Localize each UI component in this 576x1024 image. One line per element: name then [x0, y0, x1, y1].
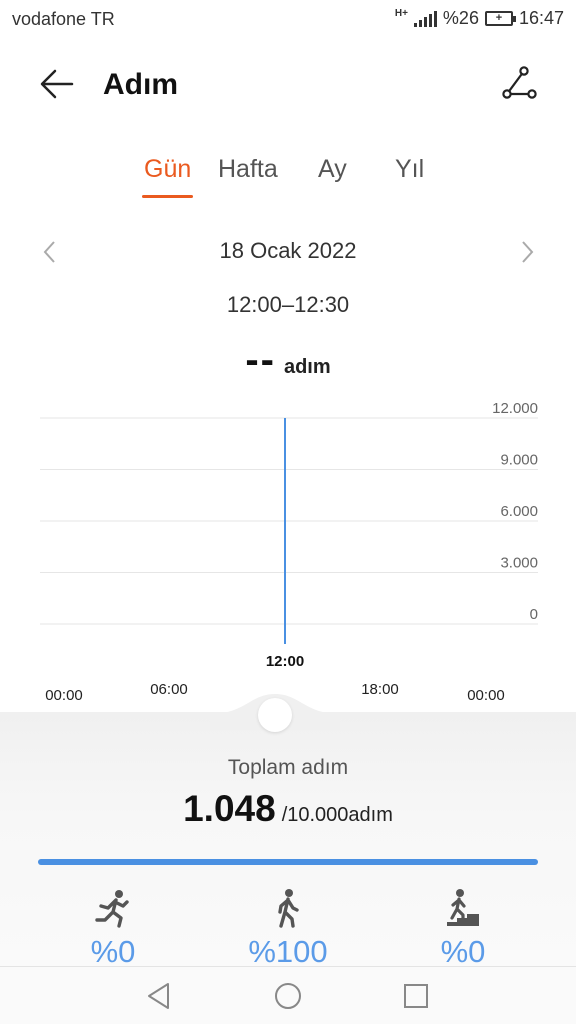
network-type: H+ [394, 8, 408, 19]
period-tabs: Gün Hafta Ay Yıl [0, 155, 576, 205]
running-percentage: %0 [90, 934, 136, 969]
activity-walking: %100 [213, 888, 363, 978]
app-bar: Adım [0, 50, 576, 120]
x-tick-label: 00:00 [467, 687, 505, 704]
nav-home-button[interactable] [272, 981, 304, 1011]
system-nav-bar [0, 966, 576, 1024]
selected-time-range: 12:00–12:30 [226, 292, 350, 317]
chevron-right-icon [522, 241, 534, 263]
arrow-left-icon [40, 69, 74, 99]
nav-back-icon [148, 983, 169, 1009]
x-tick-label: 00:00 [45, 687, 83, 704]
goal-progress-bar [38, 859, 538, 865]
status-bar: vodafone TR H+ %26 + 16:47 [0, 0, 576, 40]
battery-percent: %26 [442, 8, 479, 28]
running-icon [95, 890, 129, 928]
activity-running: %0 [38, 888, 188, 978]
next-date-button[interactable] [515, 236, 539, 268]
active-tab-indicator [142, 195, 193, 198]
x-tick-label: 06:00 [150, 681, 188, 698]
walking-percentage: %100 [248, 934, 328, 969]
nav-recents-icon [404, 984, 428, 1008]
total-steps-value: 1.048 [183, 788, 276, 829]
carrier-name: vodafone TR [12, 9, 115, 29]
step-goal: /10.000adım [281, 804, 393, 826]
selected-x-label: 12:00 [266, 653, 304, 670]
nav-back-button[interactable] [144, 981, 176, 1011]
total-steps-label: Toplam adım [227, 756, 349, 779]
date-navigator: 18 Ocak 2022 [0, 232, 576, 272]
status-time: 16:47 [518, 8, 564, 28]
share-button[interactable] [496, 64, 540, 104]
y-tick-label: 9.000 [500, 452, 538, 469]
signal-icon [413, 10, 437, 27]
y-tick-label: 0 [530, 606, 538, 623]
page-title: Adım [103, 68, 178, 101]
y-tick-label: 12.000 [492, 400, 538, 417]
step-chart-svg: 12.000 9.000 6.000 3.000 0 12:00 00:00 06:00 18:… [40, 400, 538, 704]
tab-day[interactable]: Gün [144, 155, 191, 184]
nav-recents-button[interactable] [400, 981, 432, 1011]
walking-icon [278, 889, 299, 928]
share-nodes-icon [502, 66, 537, 99]
back-button[interactable] [36, 64, 80, 104]
x-tick-label: 18:00 [361, 681, 399, 698]
goal-progress-fill [38, 859, 538, 865]
tab-month[interactable]: Ay [318, 155, 347, 184]
reading-value: -- [245, 338, 276, 382]
tab-week[interactable]: Hafta [218, 155, 278, 184]
tab-year[interactable]: Yıl [395, 155, 424, 184]
activity-climbing: %0 [388, 888, 538, 978]
climbing-percentage: %0 [440, 934, 486, 969]
stairs-climbing-icon [447, 889, 479, 926]
sheet-handle[interactable] [258, 698, 292, 732]
total-steps-row: 1.048 /10.000adım [0, 788, 576, 830]
step-chart[interactable]: 12.000 9.000 6.000 3.000 0 12:00 00:00 06:00 18:… [0, 395, 576, 715]
reading-unit: adım [283, 356, 331, 378]
selected-date: 18 Ocak 2022 [219, 238, 357, 263]
nav-home-icon [275, 983, 301, 1009]
battery-icon: + [484, 11, 516, 26]
y-tick-label: 3.000 [500, 555, 538, 572]
y-tick-label: 6.000 [500, 503, 538, 520]
selected-reading: -- adım [0, 338, 576, 388]
